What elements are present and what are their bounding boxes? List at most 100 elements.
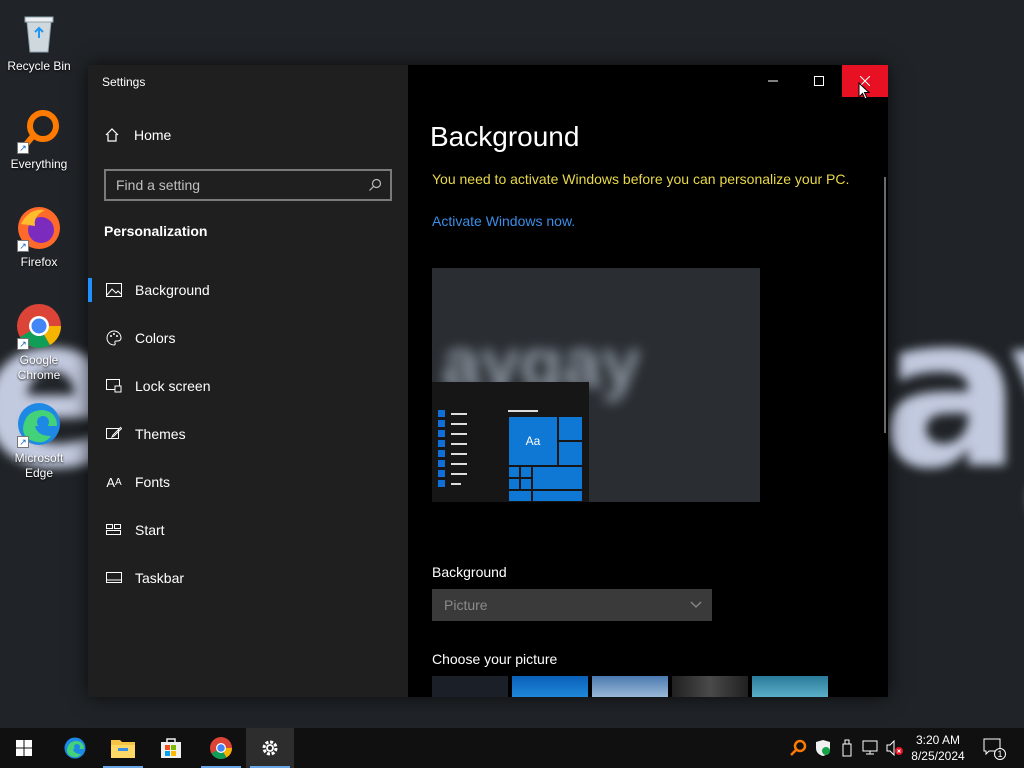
home-label: Home [134,127,172,143]
picture-thumbnail[interactable] [512,676,588,697]
desktop-icon-recycle-bin[interactable]: Recycle Bin [4,8,74,74]
activation-warning: You need to activate Windows before you … [432,171,850,187]
tray-everything-icon[interactable] [788,738,808,758]
page-title: Background [430,121,580,152]
fonts-icon: AA [106,474,122,490]
nav-item-label: Background [135,282,210,298]
taskbar-icon [105,569,123,587]
settings-sidebar: Settings Home Personalization Background [88,65,408,697]
mouse-cursor-icon [858,82,870,100]
windows-start-icon [16,740,32,756]
minimize-button[interactable] [750,65,796,97]
clock-time: 3:20 AM [915,733,961,747]
choose-picture-label: Choose your picture [432,651,558,667]
picture-icon [105,281,123,299]
tray-volume-muted-icon[interactable] [885,738,905,758]
nav-item-label: Taskbar [135,570,185,586]
desktop-icon-label: Firefox [20,255,58,269]
taskbar-chrome[interactable] [197,728,245,768]
preview-tile-header [508,410,538,412]
maximize-button[interactable] [796,65,842,97]
nav-item-fonts[interactable]: AA Fonts [88,458,408,506]
chevron-down-icon [690,601,702,608]
content-scrollbar[interactable] [884,177,886,433]
desktop-icon-label: Google Chrome [17,353,61,382]
personalization-nav: Background Colors Lock screen Themes A A… [88,266,408,602]
home-nav-item[interactable]: Home [104,127,171,143]
shortcut-arrow-icon: ↗ [17,436,29,448]
system-clock[interactable]: 3:20 AM 8/25/2024 [906,732,970,764]
shortcut-arrow-icon: ↗ [17,142,29,154]
tray-usb-icon[interactable] [837,738,857,758]
background-type-label: Background [432,564,507,580]
tray-network-icon[interactable] [861,738,881,758]
desktop-icon-label: Everything [10,157,68,171]
picture-thumbnail[interactable] [752,676,828,697]
nav-item-label: Themes [135,426,186,442]
recycle-bin-icon [15,8,63,56]
picture-thumbnail[interactable] [432,676,508,697]
nav-item-label: Colors [135,330,176,346]
search-input[interactable] [106,177,368,193]
desktop-icon-microsoft-edge[interactable]: ↗ Microsoft Edge [4,400,74,481]
picture-thumbnail[interactable] [672,676,748,697]
picture-thumbnails [432,676,832,697]
start-icon [105,521,123,539]
desktop-icon-label: Microsoft Edge [14,451,64,480]
nav-item-themes[interactable]: Themes [88,410,408,458]
shortcut-arrow-icon: ↗ [17,338,29,350]
taskbar-settings[interactable] [246,728,294,768]
dropdown-value: Picture [444,597,488,613]
nav-item-label: Start [135,522,165,538]
background-type-dropdown[interactable]: Picture [432,589,712,621]
taskbar: 3:20 AM 8/25/2024 1 [0,728,1024,768]
everything-search-icon: ↗ [15,106,63,154]
activate-windows-link[interactable]: Activate Windows now. [432,213,575,229]
desktop-icon-everything[interactable]: ↗ Everything [4,106,74,172]
palette-icon [105,329,123,347]
tray-security-icon[interactable] [813,738,833,758]
action-center-button[interactable]: 1 [982,737,1006,760]
notification-count-badge: 1 [994,748,1006,760]
preview-tiles: Aa [508,416,584,502]
preview-start-menu: Aa [432,382,589,502]
section-title: Personalization [104,223,208,239]
home-icon [105,128,119,142]
settings-window: Settings Home Personalization Background [88,65,888,697]
shortcut-arrow-icon: ↗ [17,240,29,252]
taskbar-edge[interactable] [51,728,99,768]
nav-item-lock-screen[interactable]: Lock screen [88,362,408,410]
maximize-icon [814,76,824,86]
settings-content: Background You need to activate Windows … [408,65,888,697]
nav-item-label: Fonts [135,474,171,490]
desktop-icon-firefox[interactable]: ↗ Firefox [4,204,74,270]
start-button[interactable] [0,728,48,768]
desktop-icon-label: Recycle Bin [7,59,71,73]
preview-accent-tile: Aa [508,416,558,466]
nav-item-label: Lock screen [135,378,211,394]
search-icon [369,178,382,191]
settings-gear-icon [262,740,278,756]
search-box[interactable] [104,169,392,201]
edge-icon [64,737,86,759]
edge-icon: ↗ [15,400,63,448]
clock-date: 8/25/2024 [911,749,965,763]
background-preview: aygay Aa [432,268,760,502]
preview-app-list [438,410,467,490]
nav-item-start[interactable]: Start [88,506,408,554]
nav-item-background[interactable]: Background [88,266,408,314]
minimize-icon [768,80,778,82]
file-explorer-icon [111,740,135,758]
store-icon [161,738,181,758]
nav-item-colors[interactable]: Colors [88,314,408,362]
taskbar-store[interactable] [147,728,195,768]
taskbar-file-explorer[interactable] [99,728,147,768]
themes-brush-icon [105,425,123,443]
firefox-icon: ↗ [15,204,63,252]
chrome-icon: ↗ [15,302,63,350]
nav-item-taskbar[interactable]: Taskbar [88,554,408,602]
desktop-icon-google-chrome[interactable]: ↗ Google Chrome [4,302,74,383]
lock-screen-icon [105,377,123,395]
window-title: Settings [102,75,146,89]
picture-thumbnail[interactable] [592,676,668,697]
